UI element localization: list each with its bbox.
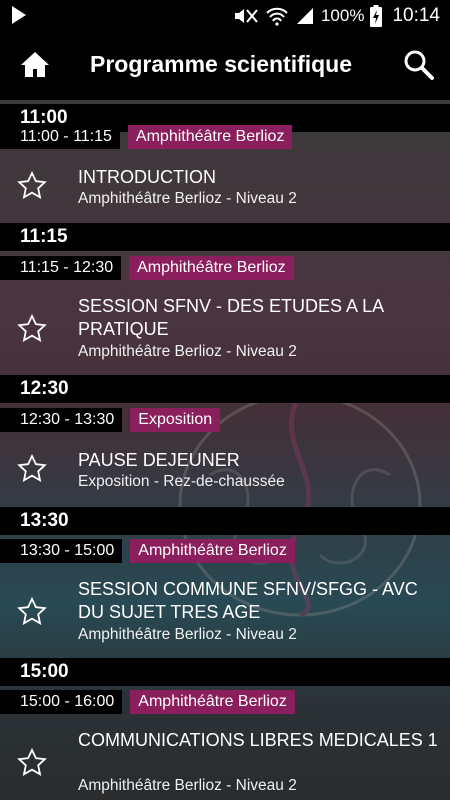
time-section-header: 11:15 [0,223,450,251]
event-title: SESSION SFNV - DES ETUDES A LA PRATIQUE [78,296,384,339]
event-item[interactable]: COMMUNICATIONS LIBRES MEDICALES 1 Amphit… [0,714,450,800]
time-section-header: 15:00 [0,658,450,686]
status-bar: 100% 10:14 [0,0,450,32]
room-badge: Amphithéâtre Berlioz [127,125,293,149]
time-section-header: 12:30 [0,375,450,403]
event-item[interactable]: INTRODUCTION Amphithéâtre Berlioz - Nive… [0,149,450,229]
clock: 10:14 [392,5,440,26]
schedule-list[interactable]: 11:00 11:00 - 11:15 Amphithéâtre Berlioz… [0,100,450,800]
event-item[interactable]: PAUSE DEJEUNER Exposition - Rez-de-chaus… [0,432,450,507]
event-location: Amphithéâtre Berlioz - Niveau 2 [78,343,297,360]
time-section-header: 13:30 [0,507,450,535]
favorite-star-icon[interactable] [17,314,47,344]
event-title: COMMUNICATIONS LIBRES MEDICALES 1 [78,730,438,750]
event-location: Amphithéâtre Berlioz - Niveau 2 [78,626,297,643]
time-slot-bar: 11:15 - 12:30 Amphithéâtre Berlioz [0,256,294,280]
event-item[interactable]: SESSION SFNV - DES ETUDES A LA PRATIQUE … [0,280,450,375]
room-badge: Amphithéâtre Berlioz [129,256,294,280]
search-icon[interactable] [402,48,436,82]
room-badge: Amphithéâtre Berlioz [130,690,295,714]
battery-charging-icon [370,5,383,27]
event-location: Amphithéâtre Berlioz - Niveau 2 [78,777,297,794]
section-time: 12:30 [20,378,69,399]
room-badge: Exposition [130,408,221,432]
section-time: 15:00 [20,661,69,682]
app-bar: Programme scientifique [0,32,450,100]
favorite-star-icon[interactable] [17,171,47,201]
favorite-star-icon[interactable] [17,597,47,627]
time-range: 11:00 - 11:15 [0,125,120,149]
section-time: 11:15 [20,226,68,247]
room-badge: Amphithéâtre Berlioz [130,539,295,563]
event-location: Amphithéâtre Berlioz - Niveau 2 [78,190,297,207]
time-range: 11:15 - 12:30 [0,256,122,280]
event-title: SESSION COMMUNE SFNV/SFGG - AVC DU SUJET… [78,579,418,622]
signal-icon [296,8,313,24]
status-icons: 100% 10:14 [233,0,440,32]
home-icon[interactable] [18,48,52,82]
time-slot-bar: 12:30 - 13:30 Exposition [0,408,221,432]
play-store-icon [12,6,26,24]
section-time: 13:30 [20,510,69,531]
time-slot-bar: 13:30 - 15:00 Amphithéâtre Berlioz [0,539,295,563]
favorite-star-icon[interactable] [17,748,47,778]
mute-icon [234,9,258,23]
event-title: INTRODUCTION [78,167,216,187]
time-range: 12:30 - 13:30 [0,408,123,432]
time-range: 13:30 - 15:00 [0,539,123,563]
time-slot-bar: 15:00 - 16:00 Amphithéâtre Berlioz [0,690,295,714]
page-title: Programme scientifique [90,51,353,77]
time-slot-bar: 11:00 - 11:15 Amphithéâtre Berlioz [0,125,293,149]
event-title: PAUSE DEJEUNER [78,450,240,470]
event-location: Exposition - Rez-de-chaussée [78,473,285,490]
battery-percent: 100% [320,6,365,25]
wifi-icon [266,7,288,26]
favorite-star-icon[interactable] [17,454,47,484]
time-range: 15:00 - 16:00 [0,690,123,714]
event-item[interactable]: SESSION COMMUNE SFNV/SFGG - AVC DU SUJET… [0,563,450,658]
